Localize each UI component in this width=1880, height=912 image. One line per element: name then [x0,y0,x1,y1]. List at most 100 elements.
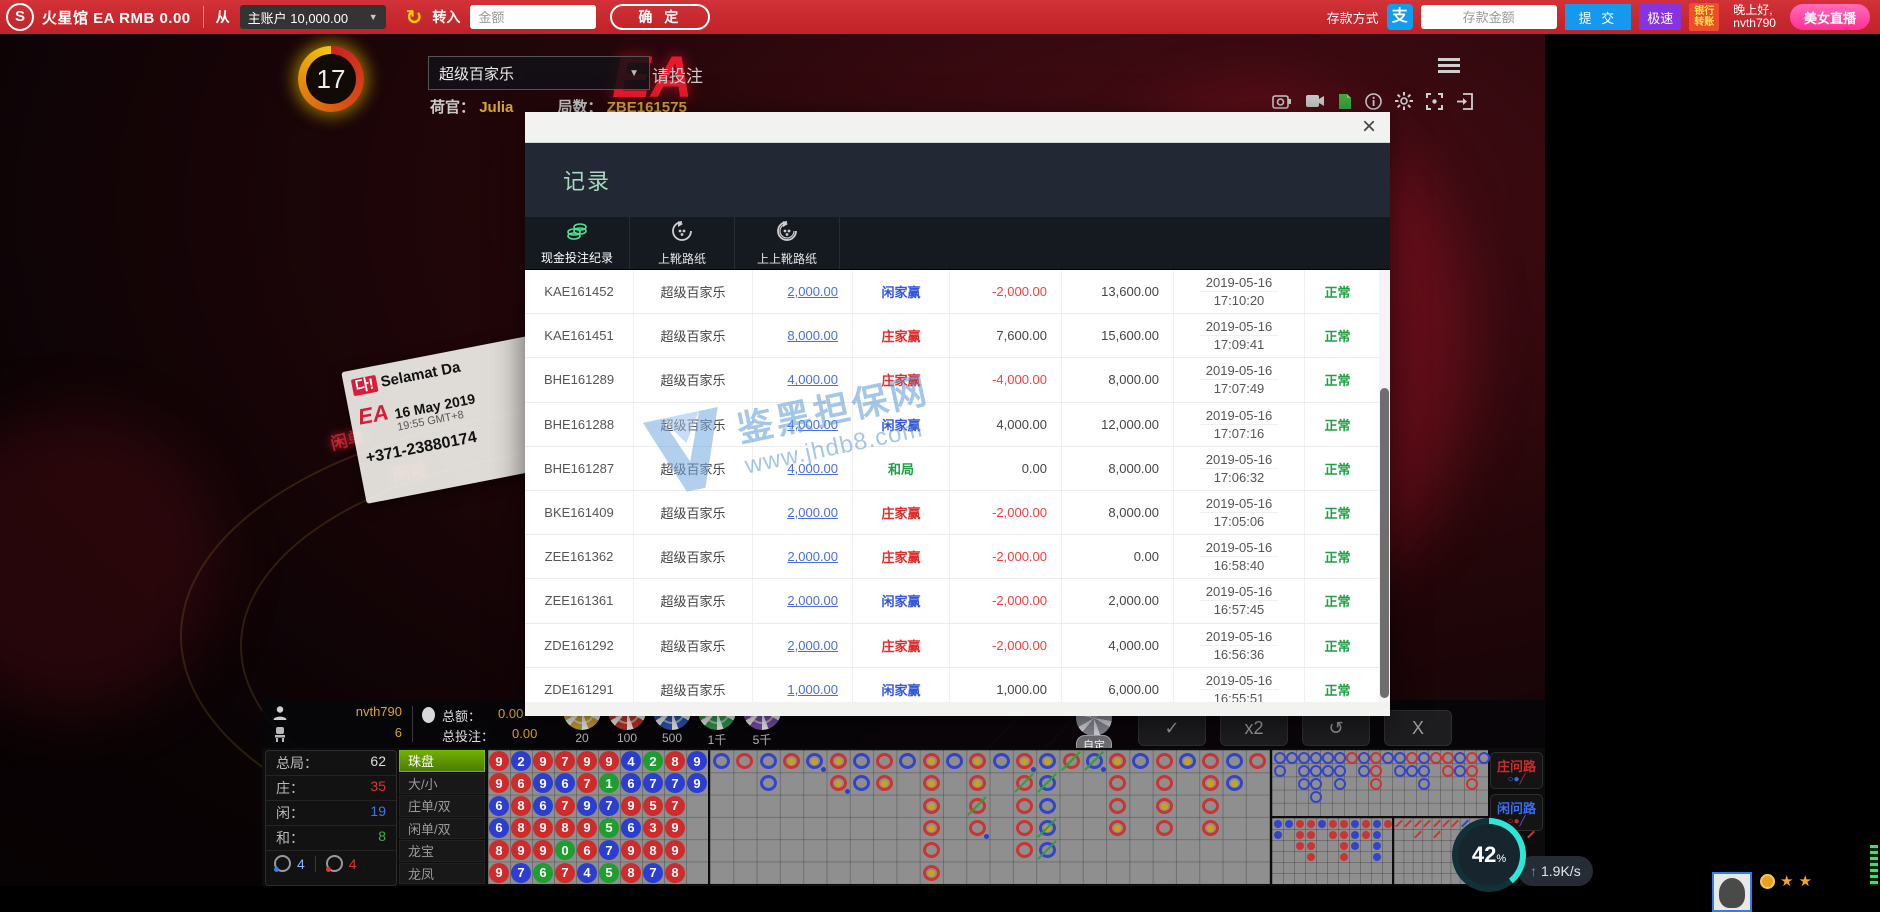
big-road-cell [1153,750,1176,772]
bead-cell: 5 [643,796,663,816]
big-road-cell [920,772,943,794]
pair-dot [1114,825,1121,832]
fast-deposit-button[interactable]: 极速 [1639,4,1681,30]
game-select-dropdown[interactable]: 超级百家乐 ▼ [428,56,650,90]
settings-gear-icon[interactable] [1395,92,1413,110]
bead-cell: 9 [533,818,553,838]
chat-bubble-icon [422,707,435,723]
records-modal: × 记录 现金投注纪录上靴路纸上上靴路纸 KAE161452超级百家乐2,000… [525,112,1390,713]
cancel-bet-button[interactable]: X [1384,710,1452,746]
small-road-cell [1285,820,1293,828]
close-icon[interactable]: × [1362,113,1376,141]
pair-dot [928,803,935,810]
big-eye-cell [1442,752,1454,764]
big-road-cell [966,817,989,839]
bet-amount-link[interactable]: 2,000.00 [787,505,838,520]
top-bar: S 火星馆 EA RMB 0.00 从 主账户 10,000.00 ▼ ↻ 转入… [0,0,1880,34]
cell-time: 17:09:41 [1214,336,1265,353]
road-menu: 珠盘大/小庄单/双闲单/双龙宝龙凤 [399,750,485,884]
tab-label: 上靴路纸 [658,250,706,267]
road-menu-item-2[interactable]: 庄单/双 [399,795,485,817]
cell-game-name: 超级百家乐 [634,624,753,667]
big-eye-cell [1430,752,1442,764]
big-road-cell [1036,772,1059,794]
bet-amount-link[interactable]: 2,000.00 [787,638,838,653]
bet-amount-link[interactable]: 2,000.00 [787,284,838,299]
video-camera-icon[interactable] [1305,94,1325,108]
tab-cash-bet-records[interactable]: 现金投注纪录 [525,217,630,269]
road-menu-item-1[interactable]: 大/小 [399,773,485,795]
cell-win-loss: 1,000.00 [950,668,1062,702]
big-road-cell [1106,795,1129,817]
bet-amount-link[interactable]: 1,000.00 [787,682,838,697]
bet-amount-link[interactable]: 4,000.00 [787,417,838,432]
avatar[interactable] [1712,872,1752,912]
report-file-icon[interactable] [1338,93,1352,110]
bead-cell: 9 [577,818,597,838]
ask-player-label: 闲问路 [1493,798,1540,817]
star-icon: ★ [1798,872,1811,890]
cell-date: 2019-05-16 [1200,672,1279,690]
big-road-cell [1013,750,1036,772]
screen: { "topbar": { "logo": "S", "brand": "火星馆… [0,0,1880,886]
small-road-cell [1351,831,1359,839]
small-road-cell [1307,820,1315,828]
cell-date: 2019-05-16 [1200,407,1279,425]
player-pair-count: 4 [297,856,305,872]
pair-dot [835,758,842,765]
big-eye-cell [1406,765,1418,777]
refresh-icon[interactable]: ↻ [406,5,423,30]
bet-amount-link[interactable]: 4,000.00 [787,372,838,387]
road-menu-item-4[interactable]: 龙宝 [399,840,485,862]
tab-previous-shoe-road[interactable]: 上上靴路纸 [735,217,840,269]
pair-dot [928,825,935,832]
pair-dot [788,758,795,765]
bank-line2: 转账 [1694,17,1714,28]
small-road-cell [1296,820,1304,828]
road-menu-item-0[interactable]: 珠盘 [399,750,485,772]
table-row: BHE161288超级百家乐4,000.00闲家赢4,000.0012,000.… [525,403,1390,447]
cell-game-name: 超级百家乐 [634,403,753,446]
road-menu-item-3[interactable]: 闲单/双 [399,818,485,840]
cell-game-name: 超级百家乐 [634,535,753,578]
exit-icon[interactable] [1456,93,1474,110]
big-eye-cell [1298,765,1310,777]
transfer-amount-input[interactable] [470,5,596,29]
cell-win-loss: -2,000.00 [950,535,1062,578]
cell-bet-amount: 2,000.00 [753,270,853,313]
table-scrollbar[interactable] [1379,270,1390,702]
bet-amount-link[interactable]: 2,000.00 [787,549,838,564]
alipay-icon[interactable]: 支 [1387,4,1413,30]
small-road-cell [1340,820,1348,828]
deposit-amount-input[interactable] [1421,5,1557,29]
cell-win-loss: -2,000.00 [950,624,1062,667]
camera-icon[interactable] [1272,93,1292,109]
cell-balance: 12,000.00 [1062,403,1174,446]
cockroach-cell [1413,830,1422,840]
info-icon[interactable] [1365,93,1382,110]
bead-cell: 8 [665,863,685,883]
tab-current-shoe-road[interactable]: 上靴路纸 [630,217,735,269]
bet-amount-link[interactable]: 2,000.00 [787,593,838,608]
bead-cell: 7 [643,863,663,883]
brand-balance: 火星馆 EA RMB 0.00 [42,7,191,28]
small-road-cell [1351,842,1359,850]
big-road-cell [873,750,896,772]
big-eye-cell [1298,752,1310,764]
account-select[interactable]: 主账户 10,000.00 ▼ [240,5,386,29]
from-label: 从 [216,7,230,27]
site-logo-icon: S [6,3,34,31]
live-show-button[interactable]: 美女直播 [1790,4,1870,30]
big-road-cell [920,817,943,839]
menu-icon[interactable] [1438,58,1460,73]
fullscreen-icon[interactable] [1426,93,1443,110]
bet-amount-link[interactable]: 8,000.00 [787,328,838,343]
scrollbar-thumb[interactable] [1380,388,1389,698]
cell-time: 16:55:51 [1214,690,1265,702]
deposit-submit-button[interactable]: 提 交 [1565,4,1632,30]
bet-amount-link[interactable]: 4,000.00 [787,461,838,476]
bank-transfer-button[interactable]: 银行转账 [1689,3,1719,31]
confirm-transfer-button[interactable]: 确 定 [610,4,710,30]
road-menu-item-5[interactable]: 龙凤 [399,863,485,885]
ask-banker-button[interactable]: 庄问路 ○●╱ [1490,752,1543,789]
